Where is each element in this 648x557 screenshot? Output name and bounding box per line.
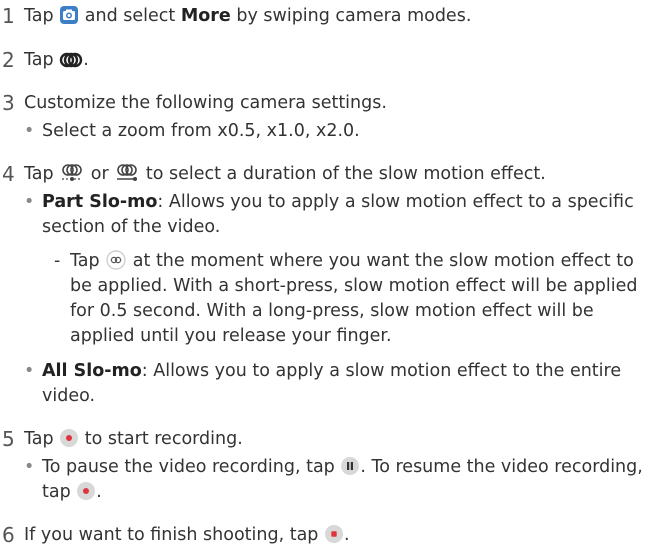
bullet-text: tap: [42, 482, 71, 502]
step-number: 6: [2, 523, 15, 547]
step-text: .: [343, 525, 350, 545]
dash-text: for 0.5 second. With a long-press, slow …: [70, 301, 594, 321]
bullet-glyph: •: [24, 192, 35, 212]
part-slomo-icon: [59, 163, 85, 191]
dash-text: applied until you release your finger.: [70, 326, 392, 346]
bullet-text: To pause the video recording, tap: [42, 457, 335, 477]
step-number: 5: [2, 427, 15, 451]
all-slomo-icon: [114, 163, 140, 191]
resume-icon: [76, 481, 96, 509]
step-number: 3: [2, 91, 15, 115]
dash-text: at the moment where you want the slow mo…: [132, 251, 634, 271]
pause-icon: [340, 456, 360, 484]
stop-icon: [324, 524, 344, 552]
step-text: or: [90, 164, 109, 184]
step-text: Tap: [24, 164, 54, 184]
record-icon: [59, 428, 79, 456]
all-slomo-label: All Slo-mo: [42, 361, 142, 381]
bullet-text: .: [96, 482, 102, 502]
camera-app-icon: [59, 5, 79, 33]
step-text: by swiping camera modes.: [236, 6, 472, 26]
step-text: to start recording.: [84, 429, 243, 449]
bullet-glyph: •: [24, 121, 35, 141]
bullet-text: video.: [42, 386, 96, 406]
step-number: 2: [2, 48, 15, 72]
more-mode-label: More: [180, 6, 231, 26]
step-text: Tap: [24, 6, 54, 26]
bullet-glyph: •: [24, 361, 35, 381]
bullet-text: . To resume the video recording,: [360, 457, 643, 477]
step-number: 4: [2, 162, 15, 186]
step-text: Tap: [24, 429, 54, 449]
bullet-text: : Allows you to apply a slow motion effe…: [157, 192, 634, 212]
bullet-text: : Allows you to apply a slow motion effe…: [141, 361, 622, 381]
dash-text: Tap: [70, 251, 100, 271]
part-slomo-label: Part Slo-mo: [42, 192, 158, 212]
slow-motion-icon: [59, 51, 83, 77]
step-text: to select a duration of the slow motion …: [145, 164, 546, 184]
step-text: Customize the following camera settings.: [24, 93, 387, 113]
step-text: .: [83, 50, 89, 70]
instructions-document: 1 Tap and select More by swiping camera …: [0, 0, 648, 557]
dash-text: be applied. With a short-press, slow mot…: [70, 276, 638, 296]
dash-glyph: -: [54, 251, 61, 271]
step-text: Tap: [24, 50, 54, 70]
step-text: and select: [84, 6, 176, 26]
step-text: If you want to finish shooting, tap: [24, 525, 319, 545]
bullet-glyph: •: [24, 457, 35, 477]
step-number: 1: [2, 4, 15, 28]
bullet-text: section of the video.: [42, 217, 221, 237]
bullet-text: Select a zoom from x0.5, x1.0, x2.0.: [42, 121, 360, 141]
